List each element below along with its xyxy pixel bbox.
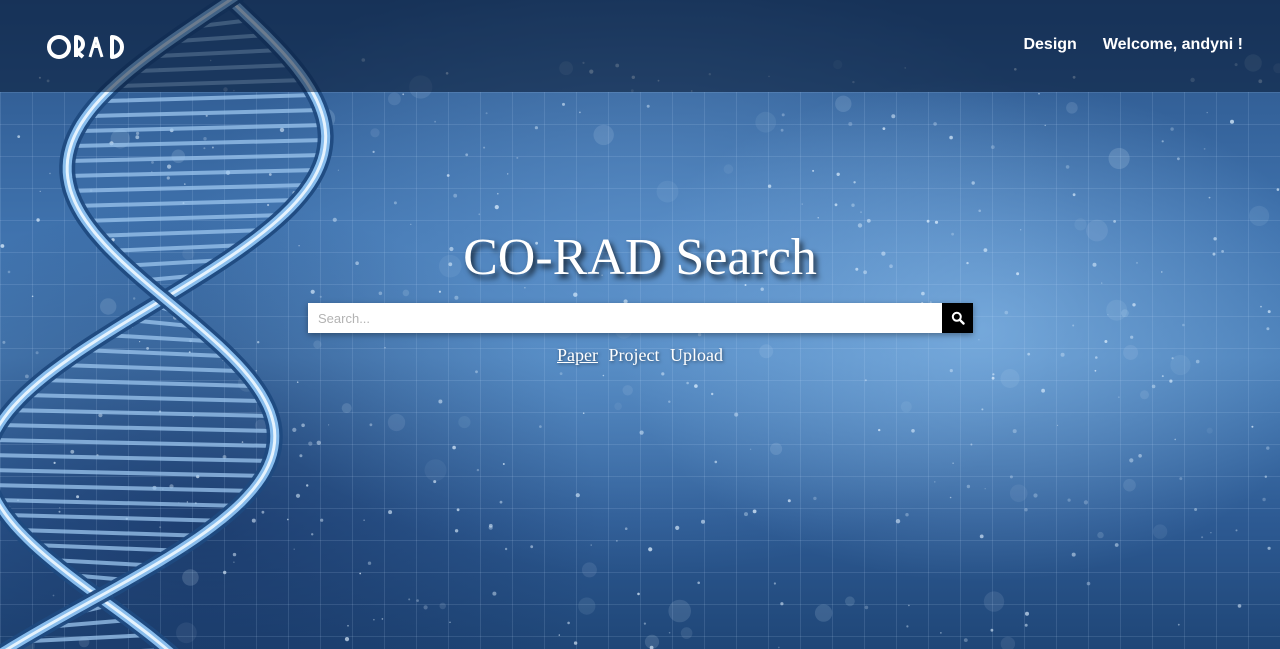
search-button[interactable] [942,303,973,333]
search-type-links: Paper Project Upload [0,345,1280,366]
nav-welcome-user-link[interactable]: Welcome, andyni ! [1103,36,1243,54]
nav-design-link[interactable]: Design [1023,36,1076,54]
orad-logo-icon [47,35,124,59]
filter-upload-link[interactable]: Upload [670,345,723,365]
search-bar [308,303,973,333]
filter-project-link[interactable]: Project [608,345,659,365]
search-icon [951,311,965,325]
orad-logo[interactable] [46,32,130,62]
filter-paper-link[interactable]: Paper [557,345,598,365]
page-title: CO-RAD Search [463,229,817,286]
top-navigation-bar: Design Welcome, andyni ! [0,0,1280,92]
top-nav: Design Welcome, andyni ! [1023,36,1243,54]
search-input[interactable] [308,303,942,333]
